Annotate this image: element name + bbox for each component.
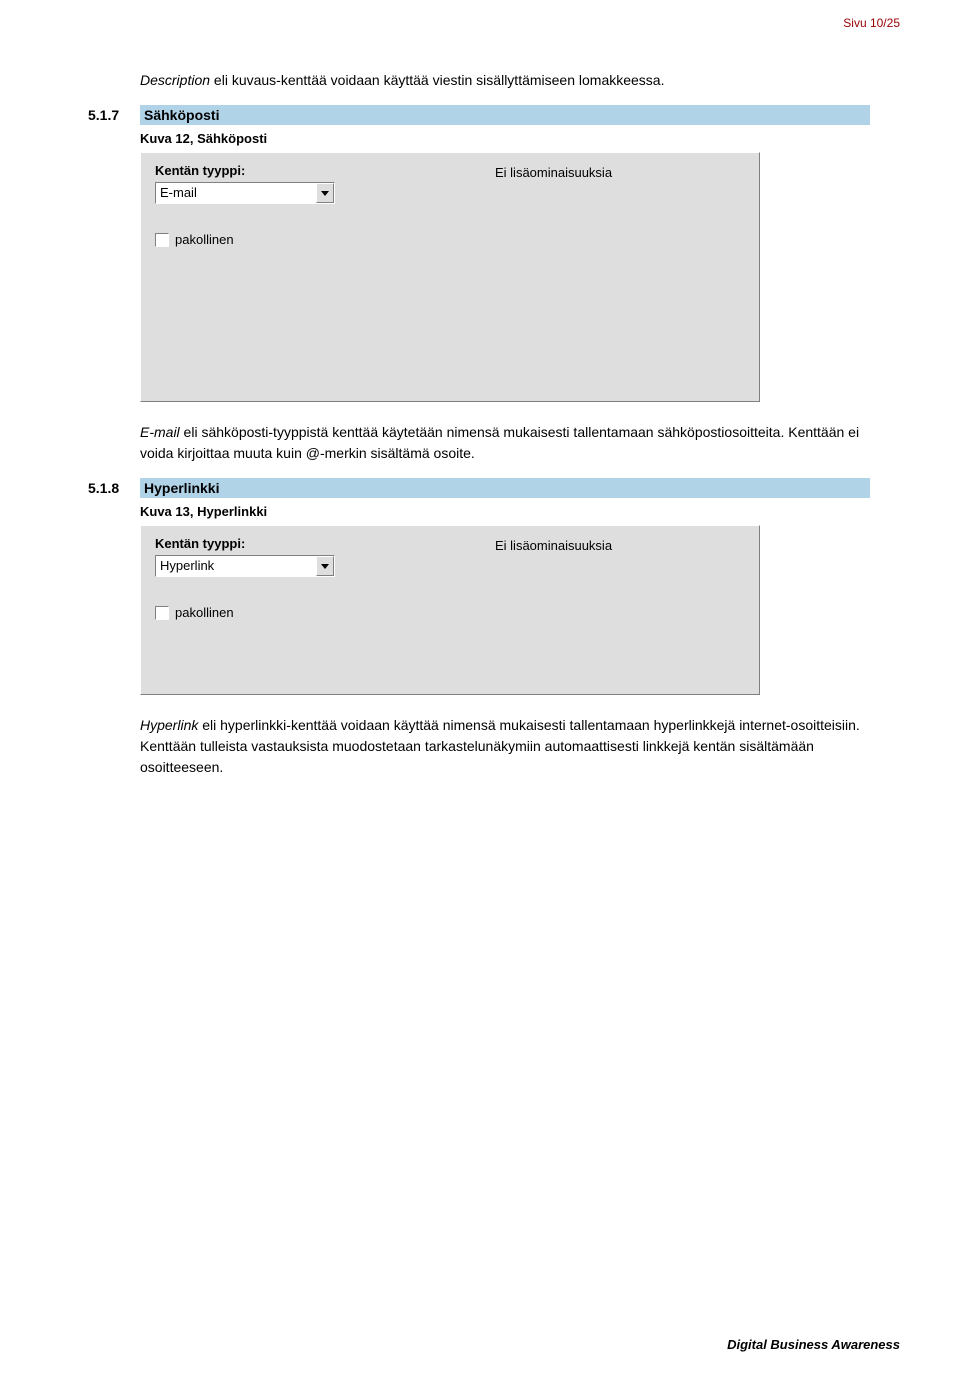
page-number: Sivu 10/25 [843, 16, 900, 30]
field-type-label: Kentän tyyppi: [155, 536, 405, 551]
form-panel-email: Kentän tyyppi: E-mail pakollinen Ei lisä… [140, 152, 760, 402]
select-dropdown-button[interactable] [316, 183, 334, 203]
required-checkbox-row: pakollinen [155, 605, 405, 620]
field-type-select[interactable]: Hyperlink [155, 555, 335, 577]
section-paragraph: E-mail eli sähköposti-tyyppistä kenttää … [140, 422, 870, 464]
intro-italic: Description [140, 72, 210, 88]
no-extra-features-text: Ei lisäominaisuuksia [495, 538, 745, 553]
chevron-down-icon [321, 564, 329, 569]
field-type-select[interactable]: E-mail [155, 182, 335, 204]
footer-text: Digital Business Awareness [727, 1337, 900, 1352]
para-italic: E-mail [140, 424, 180, 440]
no-extra-features-text: Ei lisäominaisuuksia [495, 165, 745, 180]
section-heading-row: 5.1.8 Hyperlinkki [88, 478, 870, 498]
section-heading-row: 5.1.7 Sähköposti [88, 105, 870, 125]
select-value: E-mail [156, 183, 316, 203]
para-rest: eli hyperlinkki-kenttää voidaan käyttää … [140, 717, 860, 775]
para-rest: eli sähköposti-tyyppistä kenttää käytetä… [140, 424, 859, 461]
figure-caption: Kuva 12, Sähköposti [140, 131, 870, 146]
section-paragraph: Hyperlink eli hyperlinkki-kenttää voidaa… [140, 715, 870, 778]
required-checkbox-row: pakollinen [155, 232, 405, 247]
chevron-down-icon [321, 191, 329, 196]
required-checkbox-label: pakollinen [175, 232, 234, 247]
figure-caption: Kuva 13, Hyperlinkki [140, 504, 870, 519]
select-value: Hyperlink [156, 556, 316, 576]
intro-paragraph: Description eli kuvaus-kenttää voidaan k… [140, 70, 870, 91]
para-italic: Hyperlink [140, 717, 198, 733]
select-dropdown-button[interactable] [316, 556, 334, 576]
section-title: Sähköposti [140, 105, 870, 125]
field-type-label: Kentän tyyppi: [155, 163, 405, 178]
section-number: 5.1.8 [88, 478, 140, 498]
required-checkbox-label: pakollinen [175, 605, 234, 620]
form-panel-hyperlink: Kentän tyyppi: Hyperlink pakollinen Ei l… [140, 525, 760, 695]
required-checkbox[interactable] [155, 606, 169, 620]
section-title: Hyperlinkki [140, 478, 870, 498]
section-number: 5.1.7 [88, 105, 140, 125]
intro-rest: eli kuvaus-kenttää voidaan käyttää viest… [210, 72, 664, 88]
required-checkbox[interactable] [155, 233, 169, 247]
page-content: Description eli kuvaus-kenttää voidaan k… [0, 0, 960, 778]
